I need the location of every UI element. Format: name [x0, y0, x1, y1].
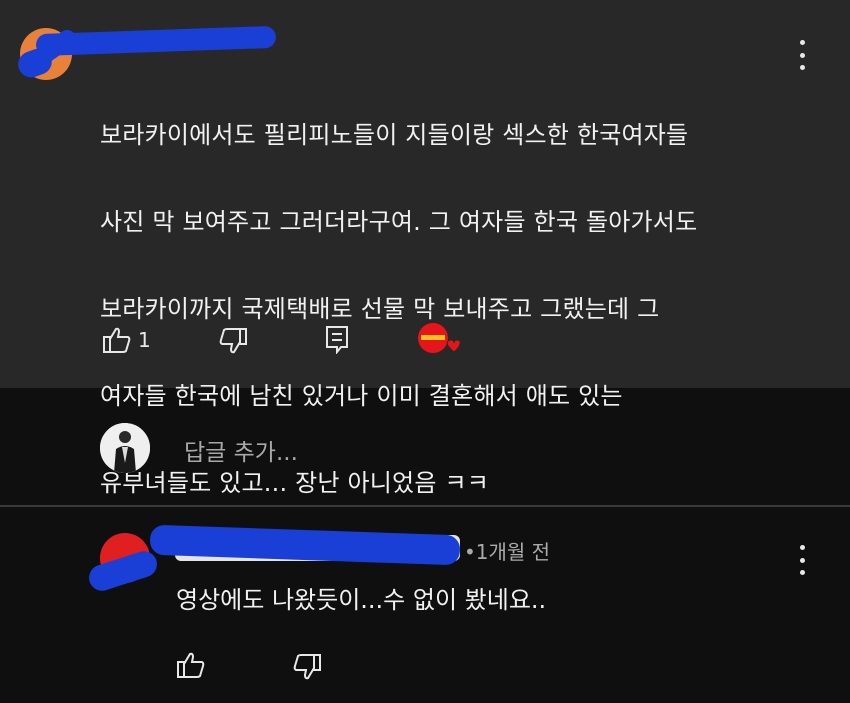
comment-line: 사진 막 보여주고 그러더라구여. 그 여자들 한국 돌아가서도 [100, 207, 698, 236]
comment-text: 보라카이에서도 필리피노들이 지들이랑 섹스한 한국여자들 사진 막 보여주고 … [100, 70, 800, 549]
comment-actions: 1 [102, 325, 151, 355]
more-options-icon[interactable] [792, 40, 812, 70]
like-icon[interactable] [102, 325, 132, 355]
comment-timestamp: •1개월 전 [464, 540, 551, 564]
more-options-icon[interactable] [792, 545, 812, 575]
comment-text: 영상에도 나왔듯이...수 없이 봤네요.. [176, 586, 547, 614]
like-count: 1 [138, 328, 151, 352]
comment-line: 보라카이에서도 필리피노들이 지들이랑 섹스한 한국여자들 [100, 120, 689, 149]
comment-line: 여자들 한국에 남친 있거나 이미 결혼해서 애도 있는 [100, 381, 623, 410]
reply-input[interactable]: 답글 추가... [184, 433, 298, 467]
dislike-icon[interactable] [292, 652, 322, 682]
user-avatar [100, 423, 150, 473]
reply-icon[interactable] [324, 324, 350, 354]
like-icon[interactable] [176, 650, 206, 680]
comment-line: 유부녀들도 있고... 장난 아니었음 ㅋㅋ [100, 468, 490, 497]
divider [0, 505, 850, 507]
creator-heart-icon[interactable] [417, 322, 461, 354]
dislike-icon[interactable] [218, 326, 248, 356]
